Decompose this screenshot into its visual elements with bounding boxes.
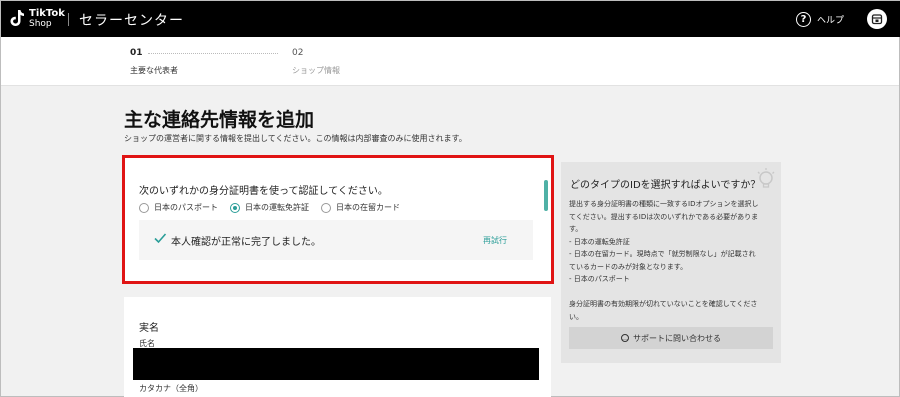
radio-circle-selected[interactable] — [230, 202, 240, 213]
contact-support-button[interactable]: … サポートに問い合わせる — [569, 327, 773, 349]
store-icon — [871, 14, 883, 25]
step-2: 02 ショップ情報 — [292, 48, 340, 76]
help-line: - 日本の在留カード。現時点で「就労制限なし」が記載され — [569, 250, 756, 258]
contact-support-label: サポートに問い合わせる — [633, 333, 721, 343]
katakana-label: カタカナ（全角） — [139, 384, 203, 393]
help-label: ヘルプ — [817, 15, 845, 26]
logo-text-tiktok: TikTok — [29, 8, 65, 19]
real-name-card — [124, 297, 551, 397]
page-title: 主な連絡先情報を追加 — [124, 109, 315, 131]
top-bar: TikTok Shop セラーセンター ? ヘルプ — [1, 1, 900, 37]
help-line: - 日本の運転免許証 — [569, 237, 630, 246]
radio-passport[interactable]: 日本のパスポート — [139, 202, 218, 213]
chat-icon: … — [621, 334, 629, 342]
help-line: す。 — [569, 225, 583, 233]
step-1-label: 主要な代表者 — [130, 66, 178, 75]
help-line: - 日本のパスポート — [569, 275, 630, 283]
radio-circle[interactable] — [321, 202, 331, 213]
progress-steps: 01 主要な代表者 02 ショップ情報 — [1, 37, 899, 86]
help-line: てください。提出するIDは次のいずれかである必要がありま — [569, 212, 759, 221]
help-panel-body: 提出する身分証明書の種類に一致するIDオプションを選択し てください。提出するI… — [569, 198, 775, 323]
radio-drivers-license-label: 日本の運転免許証 — [245, 203, 309, 212]
help-panel-title: どのタイプのIDを選択すればよいですか？ — [570, 180, 761, 191]
app-title: セラーセンター — [79, 13, 184, 29]
help-line: 提出する身分証明書の種類に一致するIDオプションを選択し — [569, 200, 759, 208]
account-avatar-button[interactable] — [867, 9, 887, 29]
tiktok-note-icon — [10, 10, 24, 26]
verification-success-banner: 本人確認が正常に完了しました。 再試行 — [139, 220, 533, 260]
checkmark-icon — [154, 233, 167, 244]
help-line: ているカードのみが対象となります。 — [569, 262, 688, 271]
real-name-title: 実名 — [139, 323, 159, 334]
id-question: 次のいずれかの身分証明書を使って認証してください。 — [139, 186, 388, 197]
retry-link[interactable]: 再試行 — [483, 235, 507, 246]
step-2-label: ショップ情報 — [292, 66, 340, 75]
help-line: 身分証明書の有効期限が切れていないことを確認してくださ — [569, 300, 758, 308]
radio-residence-card-label: 日本の在留カード — [336, 203, 400, 212]
step-connector — [148, 53, 278, 54]
radio-drivers-license[interactable]: 日本の運転免許証 — [230, 202, 309, 213]
logo-text-shop: Shop — [29, 19, 52, 29]
page-subtitle: ショップの運営者に関する情報を提出してください。この情報は内部審査のみに使用され… — [124, 134, 467, 143]
step-2-number: 02 — [292, 48, 304, 58]
header-divider — [68, 13, 69, 26]
id-help-panel: どのタイプのIDを選択すればよいですか？ 提出する身分証明書の種類に一致するID… — [561, 162, 781, 363]
question-circle-icon: ? — [796, 11, 811, 27]
radio-residence-card[interactable]: 日本の在留カード — [321, 202, 400, 213]
tiktok-shop-logo[interactable]: TikTok Shop — [9, 7, 65, 31]
redacted-name-field — [133, 348, 539, 380]
help-spacer — [569, 286, 775, 299]
radio-circle[interactable] — [139, 202, 149, 213]
id-type-radio-group: 日本のパスポート 日本の運転免許証 日本の在留カード — [139, 202, 412, 213]
lightbulb-icon — [757, 168, 775, 188]
success-message: 本人確認が正常に完了しました。 — [171, 237, 321, 248]
radio-passport-label: 日本のパスポート — [154, 203, 218, 212]
help-link[interactable]: ? ヘルプ — [796, 11, 844, 27]
help-line: い。 — [569, 312, 583, 321]
scrollbar-thumb[interactable] — [544, 180, 548, 211]
